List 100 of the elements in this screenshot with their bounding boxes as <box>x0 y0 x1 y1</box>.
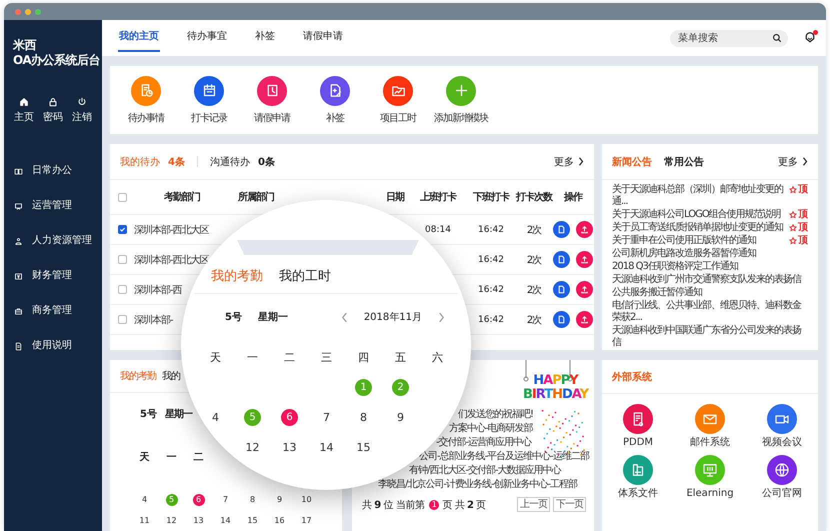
calendar-day[interactable]: 10 <box>301 495 312 504</box>
calendar-day[interactable]: 9 <box>276 495 282 504</box>
upload-icon <box>579 284 590 295</box>
calendar-day[interactable]: 14 <box>320 440 334 454</box>
table-cell-text: 2次 <box>526 224 542 236</box>
calendar-day[interactable]: 16 <box>274 516 285 525</box>
row-checkbox[interactable] <box>118 255 126 264</box>
upload-button[interactable] <box>576 251 593 268</box>
sidebar-menu-item[interactable]: 人力资源管理 <box>14 232 92 250</box>
calendar-day[interactable]: 7 <box>222 495 228 504</box>
news-link[interactable]: 2018 Q3任职资格评定工作通知 <box>612 261 808 273</box>
external-system-button[interactable]: Elearning <box>674 455 746 500</box>
calendar-day[interactable]: 9 <box>397 410 404 424</box>
row-checkbox[interactable] <box>118 285 126 294</box>
external-system-button[interactable]: 公司官网 <box>746 455 818 500</box>
shortcut-button[interactable]: 密码 <box>43 97 63 124</box>
quick-action-button[interactable]: 补签 <box>311 76 359 124</box>
document-button[interactable] <box>553 281 570 298</box>
weekday-header: 一 <box>246 350 259 366</box>
nav-tab[interactable]: 待办事宜 <box>186 24 228 52</box>
calendar-day[interactable]: 6 <box>281 408 298 426</box>
calendar-day[interactable]: 17 <box>301 516 312 525</box>
document-button[interactable] <box>553 221 570 238</box>
table-cell-text: 深圳本部- <box>134 314 173 326</box>
quick-action-button[interactable]: 项目工时 <box>374 76 422 124</box>
calendar-day[interactable]: 15 <box>247 516 258 525</box>
calendar-day[interactable]: 4 <box>142 495 148 504</box>
weekday-label: 星期一 <box>258 310 288 324</box>
external-system-button[interactable]: PDDM <box>602 404 674 449</box>
window-minimize-button[interactable] <box>25 8 31 14</box>
document-button[interactable] <box>553 251 570 268</box>
news-link[interactable]: 电信行业线、公共事业部、维恩贝特、迪科数金荣获2... <box>612 300 808 324</box>
search-field[interactable]: 菜单搜索 <box>670 30 788 46</box>
news-link[interactable]: 天源迪科收到中国联通广东省分公司发来的表扬信 <box>612 325 808 349</box>
chevron-left-icon[interactable] <box>340 312 348 322</box>
pager-button[interactable]: 上一页 <box>517 497 550 512</box>
search-icon[interactable] <box>772 33 782 43</box>
calendar-day[interactable]: 13 <box>282 440 296 454</box>
shortcut-button[interactable]: 注销 <box>72 97 92 124</box>
quick-action-button[interactable]: 待办事情 <box>122 76 170 124</box>
calendar-day[interactable]: 8 <box>360 410 367 424</box>
month-label: 2018年11月 <box>364 311 422 324</box>
calendar-day[interactable]: 8 <box>250 495 256 504</box>
news-link[interactable]: 关于员工寄送纸质报销单据地址变更的通知 <box>612 222 785 234</box>
external-system-button[interactable]: 邮件系统 <box>674 404 746 449</box>
calendar-day[interactable]: 14 <box>220 516 231 525</box>
external-system-button[interactable]: 视频会议 <box>746 404 818 449</box>
app-title: OA办公系统后台 <box>13 53 100 67</box>
chevron-right-icon[interactable] <box>438 312 445 322</box>
upload-button[interactable] <box>576 281 593 298</box>
sidebar-menu-item[interactable]: 使用说明 <box>14 337 72 355</box>
weekday-header: 二 <box>192 450 204 464</box>
news-tab[interactable]: 常用公告 <box>664 154 704 168</box>
todo-tab[interactable]: 沟通待办 0条 <box>210 154 275 168</box>
quick-action-button[interactable]: 打卡记录 <box>185 76 233 124</box>
attendance-tab[interactable]: 我的 <box>162 369 180 383</box>
birthday-entry: 们发送您的祝福吧! <box>458 409 534 421</box>
select-all-checkbox[interactable] <box>118 192 126 202</box>
sidebar-menu-item[interactable]: 日常办公 <box>14 162 72 180</box>
upload-button[interactable] <box>576 221 593 238</box>
calendar-day[interactable]: 12 <box>166 516 177 525</box>
quick-action-button[interactable]: 请假申请 <box>248 76 296 124</box>
document-button[interactable] <box>553 311 570 328</box>
external-system-button[interactable]: 体系文件 <box>602 455 674 500</box>
calendar-day[interactable]: 15 <box>356 440 370 454</box>
person-icon <box>14 236 23 246</box>
more-link[interactable]: 更多 <box>778 154 808 168</box>
calendar-day[interactable]: 4 <box>212 410 219 424</box>
more-link[interactable]: 更多 <box>554 154 584 168</box>
upload-icon <box>579 254 590 265</box>
upload-button[interactable] <box>576 311 593 328</box>
news-link[interactable]: 公共服务搬迁暂停通知 <box>612 287 808 299</box>
calendar-day[interactable]: 6 <box>192 494 204 506</box>
news-link[interactable]: 关于天源迪科总部（深圳）邮寄地址变更的通... <box>612 184 785 208</box>
table-cell: 16:42 <box>478 284 504 294</box>
calendar-day[interactable]: 11 <box>139 516 150 525</box>
news-link[interactable]: 关于重申在公司使用正版软件的通知 <box>612 235 785 247</box>
nav-tab[interactable]: 补签 <box>254 24 276 52</box>
calendar-day[interactable]: 12 <box>246 440 260 454</box>
calendar-day[interactable]: 13 <box>193 516 204 525</box>
sidebar-menu-item[interactable]: 商务管理 <box>14 302 72 320</box>
lock-icon <box>48 97 58 107</box>
column-header: 上班打卡 <box>419 190 458 204</box>
news-link[interactable]: 天源迪科收到广州市交通警察支队发来的表扬信 <box>612 274 808 286</box>
row-checkbox[interactable] <box>118 225 126 234</box>
news-link[interactable]: 关于天源迪科公司LOGO组合使用规范说明 <box>612 209 785 221</box>
nav-tab[interactable]: 我的主页 <box>118 24 160 52</box>
news-link[interactable]: 公司新机房电路改造服务器暂停通知 <box>612 248 808 260</box>
row-checkbox[interactable] <box>118 315 126 324</box>
sidebar-menu-item[interactable]: 财务管理 <box>14 267 72 285</box>
pinned-badge: 顶 <box>789 222 808 234</box>
shortcut-button[interactable]: 主页 <box>14 97 34 124</box>
upload-icon <box>579 224 590 235</box>
nav-tab[interactable]: 请假申请 <box>302 24 344 52</box>
table-cell-text: 2次 <box>526 254 542 266</box>
calendar-day[interactable]: 7 <box>323 410 330 424</box>
notification-button[interactable] <box>804 32 816 44</box>
attendance-tab[interactable]: 我的工时 <box>279 267 331 285</box>
sidebar-menu-item[interactable]: 运营管理 <box>14 197 72 215</box>
pager-button[interactable]: 下一页 <box>553 497 586 512</box>
